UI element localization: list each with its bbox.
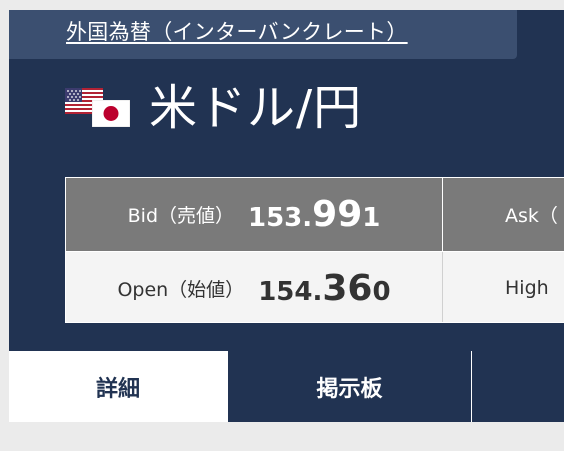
- open-price-head: 154.: [258, 276, 323, 307]
- tab-board[interactable]: 掲示板: [227, 351, 471, 422]
- bid-cell: Bid（売値） 153. 99 1: [66, 178, 442, 251]
- high-label: High: [505, 277, 549, 299]
- open-label: Open（始値）: [117, 278, 245, 301]
- open-high-row: Open（始値） 154. 36 0 High: [66, 252, 564, 322]
- tab-bar: 詳細 掲示板: [9, 351, 564, 422]
- category-link[interactable]: 外国為替（インターバンクレート）: [66, 18, 408, 46]
- open-cell: Open（始値） 154. 36 0: [66, 252, 442, 322]
- quote-table: Bid（売値） 153. 99 1 Ask（ Open（始値） 154. 36 0 Hi…: [65, 177, 564, 323]
- bid-price-head: 153.: [248, 203, 313, 233]
- bid-price-tail: 1: [362, 203, 381, 233]
- bid-price: 153. 99 1: [248, 194, 380, 235]
- bid-ask-row: Bid（売値） 153. 99 1 Ask（: [66, 178, 564, 251]
- cell-divider: [442, 178, 443, 251]
- high-cell: High: [443, 252, 564, 322]
- cell-divider: [442, 252, 443, 322]
- tab-detail[interactable]: 詳細: [9, 351, 227, 422]
- open-price: 154. 36 0: [258, 268, 390, 309]
- open-price-big: 36: [322, 267, 373, 309]
- ask-cell: Ask（: [443, 178, 564, 251]
- page-title: 米ドル/円: [149, 80, 363, 136]
- quote-panel: 外国為替（インターバンクレート） 米ドル/円 Bid（売値） 153. 99 1…: [9, 10, 564, 422]
- open-price-tail: 0: [372, 276, 391, 307]
- currency-flags: [65, 88, 133, 134]
- bid-label: Bid（売値）: [127, 205, 234, 227]
- category-tab: 外国為替（インターバンクレート）: [9, 10, 517, 59]
- jp-flag-icon: [92, 100, 130, 127]
- tab-divider: [471, 351, 472, 422]
- bid-price-big: 99: [312, 194, 363, 235]
- ask-label: Ask（: [505, 205, 558, 227]
